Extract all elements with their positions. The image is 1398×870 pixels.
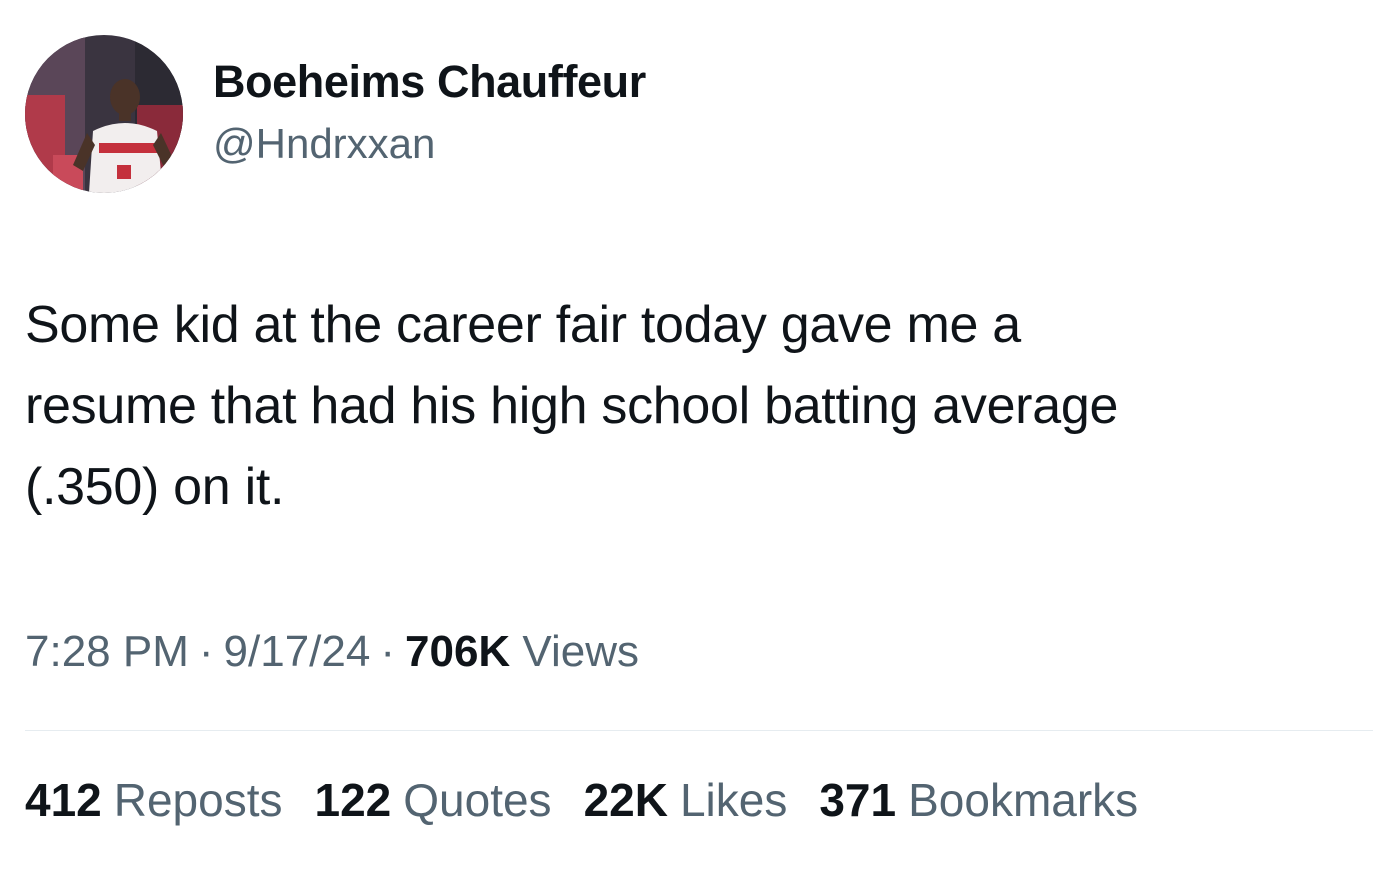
stat-label: Bookmarks	[908, 774, 1139, 826]
tweet-text: Some kid at the career fair today gave m…	[25, 285, 1355, 528]
author-name[interactable]: Boeheims Chauffeur	[213, 56, 646, 108]
meta-separator: ·	[380, 627, 395, 676]
stat-label: Likes	[679, 774, 788, 826]
tweet-timestamp[interactable]: 7:28 PM · 9/17/24	[25, 627, 370, 676]
stat-count: 22K	[583, 774, 668, 826]
stat-label: Reposts	[113, 774, 283, 826]
tweet-text-line: resume that had his high school batting …	[25, 377, 1119, 435]
reposts-stat[interactable]: 412 Reposts	[25, 773, 283, 827]
stat-count: 371	[819, 774, 897, 826]
stat-count: 122	[314, 774, 392, 826]
bookmarks-stat[interactable]: 371 Bookmarks	[819, 773, 1138, 827]
tweet-text-line: (.350) on it.	[25, 458, 285, 516]
divider	[25, 730, 1373, 731]
views-label: Views	[522, 627, 639, 676]
avatar-image	[25, 35, 183, 193]
meta-separator: ·	[198, 627, 214, 676]
quotes-stat[interactable]: 122 Quotes	[315, 773, 552, 827]
author-handle[interactable]: @Hndrxxan	[213, 120, 435, 168]
engagement-stats: 412 Reposts 122 Quotes 22K Likes 371 Bookmar…	[25, 773, 1138, 827]
tweet-meta: 7:28 PM · 9/17/24 · 706K Views	[25, 627, 639, 677]
avatar[interactable]	[25, 35, 183, 193]
tweet-date: 9/17/24	[223, 627, 371, 676]
views-count: 706K	[405, 627, 511, 676]
stat-count: 412	[25, 774, 102, 826]
tweet-time: 7:28 PM	[25, 627, 189, 676]
stat-label: Quotes	[403, 774, 552, 826]
tweet-card: Boeheims Chauffeur @Hndrxxan Some kid at…	[0, 0, 1398, 870]
tweet-text-line: Some kid at the career fair today gave m…	[25, 296, 1021, 354]
likes-stat[interactable]: 22K Likes	[584, 773, 788, 827]
